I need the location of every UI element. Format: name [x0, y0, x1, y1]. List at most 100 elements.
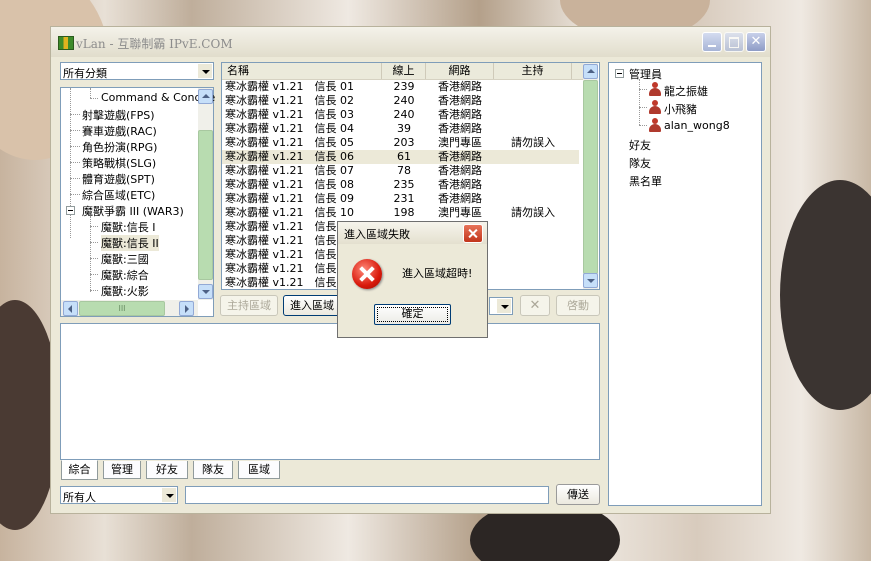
scroll-thumb[interactable]: [583, 80, 598, 274]
tab-general[interactable]: 綜合: [61, 460, 98, 480]
admin-user-1[interactable]: 龍之振雄: [664, 83, 708, 99]
scroll-up-icon[interactable]: [583, 64, 598, 79]
scroll-down-icon[interactable]: [583, 273, 598, 288]
tree-guide-line: [90, 226, 98, 227]
tree-guide-line: [70, 194, 80, 195]
table-row[interactable]: 寒冰霸權 v1.21 信長 07 78 香港網路: [222, 164, 579, 178]
message-input[interactable]: [185, 486, 549, 504]
maximize-button[interactable]: [724, 32, 744, 52]
chevron-down-icon[interactable]: [162, 488, 176, 502]
chat-log[interactable]: [60, 323, 600, 460]
category-vscrollbar[interactable]: [198, 88, 213, 300]
category-hscrollbar[interactable]: III: [61, 300, 198, 316]
tree-item-war3-mixed[interactable]: 魔獸:綜合: [101, 267, 149, 283]
table-row[interactable]: 寒冰霸權 v1.21 信長 08 235 香港網路: [222, 178, 579, 192]
start-button[interactable]: 啓動: [556, 295, 600, 316]
scroll-left-icon[interactable]: [63, 301, 78, 316]
room-name-cell: 寒冰霸權 v1.21 信長 08: [225, 178, 354, 191]
column-header-name[interactable]: 名稱: [222, 63, 382, 79]
tree-guide-line: [90, 274, 98, 275]
close-icon: ✕: [750, 34, 762, 49]
table-row[interactable]: 寒冰霸權 v1.21 信長 05 203 澳門專區 請勿誤入: [222, 136, 579, 150]
chevron-down-icon[interactable]: [497, 299, 511, 313]
room-host-cell: 請勿誤入: [511, 206, 555, 219]
recipient-select[interactable]: 所有人: [60, 486, 178, 504]
ok-button[interactable]: 確定: [374, 304, 451, 325]
group-friends[interactable]: 好友: [629, 137, 651, 153]
tree-guide-line: [639, 107, 647, 108]
room-online-cell: 231: [393, 192, 415, 205]
tree-item-rac[interactable]: 賽車遊戲(RAC): [82, 123, 157, 139]
table-row[interactable]: 寒冰霸權 v1.21 信長 06 61 香港網路: [222, 150, 579, 164]
category-select[interactable]: 所有分類: [60, 62, 214, 80]
tree-guide-line: [90, 98, 98, 99]
table-row[interactable]: 寒冰霸權 v1.21 信長 01 239 香港網路: [222, 80, 579, 94]
tree-item-war3-naruto[interactable]: 魔獸:火影: [101, 283, 149, 299]
group-blacklist[interactable]: 黑名單: [629, 173, 662, 189]
room-name-cell: 寒冰霸權 v1.21 信長 09: [225, 192, 354, 205]
table-row[interactable]: 寒冰霸權 v1.21 信長 09 231 香港網路: [222, 192, 579, 206]
send-button[interactable]: 傳送: [556, 484, 600, 505]
tree-item-spt[interactable]: 體育遊戲(SPT): [82, 171, 155, 187]
room-online-cell: 61: [397, 150, 411, 163]
user-icon: [648, 118, 662, 132]
column-header-host[interactable]: 主持: [494, 63, 572, 79]
room-name-cell: 寒冰霸權 v1.21 信長 05: [225, 136, 354, 149]
tree-guide-line: [70, 88, 71, 238]
room-network-cell: 澳門專區: [438, 206, 482, 219]
column-header-network[interactable]: 網路: [426, 63, 494, 79]
tab-friends[interactable]: 好友: [146, 461, 188, 479]
group-admins[interactable]: 管理員: [629, 66, 662, 82]
tab-admin[interactable]: 管理: [103, 461, 141, 479]
scroll-up-icon[interactable]: [198, 89, 213, 104]
room-name-cell: 寒冰霸權 v1.21 信長 01: [225, 80, 354, 93]
title-bar[interactable]: vLan - 互聯制霸 IPvE.COM ✕: [51, 27, 770, 57]
tree-item-war3-threekingdoms[interactable]: 魔獸:三國: [101, 251, 149, 267]
column-header-online[interactable]: 線上: [382, 63, 426, 79]
dialog-message: 進入區域超時!: [402, 267, 473, 280]
collapse-icon[interactable]: [66, 206, 75, 215]
group-teammates[interactable]: 隊友: [629, 155, 651, 171]
tree-item-war3-nobunaga1[interactable]: 魔獸:信長 I: [101, 219, 155, 235]
room-online-cell: 235: [393, 178, 415, 191]
dialog-title-bar[interactable]: 進入區域失敗: [338, 222, 487, 244]
admin-user-3[interactable]: alan_wong8: [664, 119, 730, 132]
room-list-vscrollbar[interactable]: [583, 63, 598, 289]
minimize-button[interactable]: [702, 32, 722, 52]
tab-area[interactable]: 區域: [238, 461, 280, 479]
host-area-button[interactable]: 主持區域: [220, 295, 278, 316]
room-online-cell: 203: [393, 136, 415, 149]
tree-item-fps[interactable]: 射擊遊戲(FPS): [82, 107, 155, 123]
chevron-down-icon[interactable]: [198, 64, 212, 78]
tree-item-war3[interactable]: 魔獸爭霸 III (WAR3): [82, 203, 184, 219]
table-row[interactable]: 寒冰霸權 v1.21 信長 04 39 香港網路: [222, 122, 579, 136]
room-name-cell: 寒冰霸權 v1.21 信長 06: [225, 150, 354, 163]
scroll-down-icon[interactable]: [198, 284, 213, 299]
user-icon: [648, 100, 662, 114]
collapse-icon[interactable]: [615, 69, 624, 78]
scroll-right-icon[interactable]: [179, 301, 194, 316]
tree-guide-line: [90, 242, 98, 243]
enter-area-button[interactable]: 進入區域: [283, 295, 341, 316]
room-option-select[interactable]: [489, 297, 513, 315]
user-icon: [648, 82, 662, 96]
maximize-icon: [725, 33, 743, 51]
table-row[interactable]: 寒冰霸權 v1.21 信長 02 240 香港網路: [222, 94, 579, 108]
tree-item-rpg[interactable]: 角色扮演(RPG): [82, 139, 157, 155]
stop-button[interactable]: ✕: [520, 295, 550, 316]
dialog-close-button[interactable]: [463, 224, 483, 243]
tree-item-war3-nobunaga2[interactable]: 魔獸:信長 II: [101, 235, 159, 251]
tree-item-etc[interactable]: 綜合區域(ETC): [82, 187, 155, 203]
room-network-cell: 香港網路: [438, 164, 482, 177]
tab-teammates[interactable]: 隊友: [193, 461, 233, 479]
room-online-cell: 239: [393, 80, 415, 93]
hscroll-thumb[interactable]: III: [79, 301, 165, 316]
table-row[interactable]: 寒冰霸權 v1.21 信長 10 198 澳門專區 請勿誤入: [222, 206, 579, 220]
room-name-cell: 寒冰霸權 v1.21 信長 07: [225, 164, 354, 177]
admin-user-2[interactable]: 小飛豬: [664, 101, 697, 117]
tree-item-slg[interactable]: 策略戰棋(SLG): [82, 155, 156, 171]
scroll-thumb[interactable]: [198, 130, 213, 280]
error-icon: [352, 259, 382, 289]
table-row[interactable]: 寒冰霸權 v1.21 信長 03 240 香港網路: [222, 108, 579, 122]
close-button[interactable]: ✕: [746, 32, 766, 52]
